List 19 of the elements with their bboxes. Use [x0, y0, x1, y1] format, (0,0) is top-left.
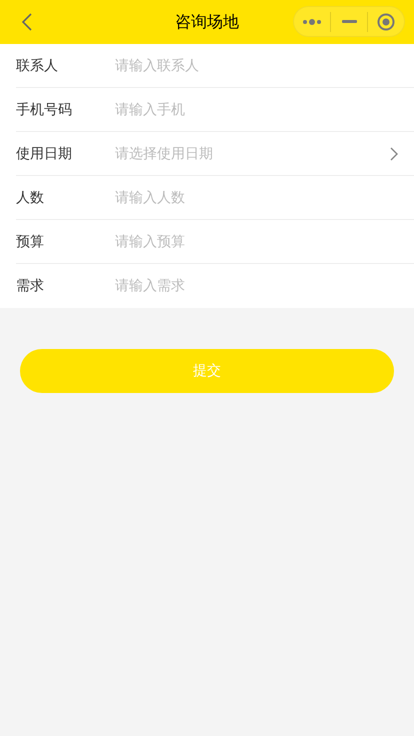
field-label: 使用日期: [16, 144, 73, 162]
date-picker[interactable]: 请选择使用日期: [115, 144, 390, 162]
input-field[interactable]: 请输入手机: [115, 98, 398, 120]
field-label: 需求: [16, 277, 45, 295]
page-title: 咨询场地: [175, 12, 239, 32]
submit-button[interactable]: 提交: [20, 349, 394, 393]
back-icon[interactable]: [20, 12, 34, 32]
input-field[interactable]: 请输入联系人: [115, 54, 398, 76]
field-label: 手机号码: [16, 100, 73, 118]
close-icon[interactable]: [377, 12, 395, 30]
field-label: 人数: [16, 188, 45, 206]
field-label: 预算: [16, 232, 45, 250]
field-label: 联系人: [16, 56, 59, 74]
more-icon[interactable]: [302, 18, 322, 26]
input-field[interactable]: 请输入人数: [115, 186, 398, 208]
chevron-right-icon[interactable]: [390, 146, 398, 160]
input-field[interactable]: 请输入需求: [115, 275, 398, 297]
input-field[interactable]: 请输入预算: [115, 230, 398, 252]
minimize-icon[interactable]: [342, 20, 356, 24]
